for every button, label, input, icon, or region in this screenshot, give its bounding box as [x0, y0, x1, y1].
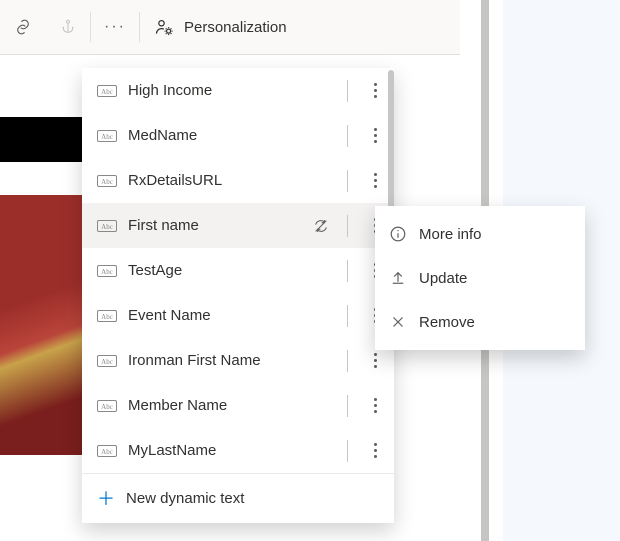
- personalization-panel: Abc High Income Abc MedName Abc RxDetail…: [82, 68, 394, 523]
- row-separator: [347, 215, 348, 237]
- link-button[interactable]: [0, 0, 46, 55]
- svg-text:Abc: Abc: [101, 133, 113, 141]
- abc-icon: Abc: [96, 85, 118, 97]
- list-item-label: Event Name: [128, 307, 331, 324]
- list-item[interactable]: Abc Event Name: [82, 293, 394, 338]
- row-separator: [347, 80, 348, 102]
- row-more-button[interactable]: [364, 443, 386, 458]
- new-dynamic-text-label: New dynamic text: [126, 490, 244, 507]
- abc-icon: Abc: [96, 355, 118, 367]
- person-gear-icon: [154, 17, 174, 37]
- menu-update[interactable]: Update: [375, 256, 585, 300]
- svg-text:Abc: Abc: [101, 178, 113, 186]
- svg-text:Abc: Abc: [101, 358, 113, 366]
- svg-text:Abc: Abc: [101, 88, 113, 96]
- list-item-label: MyLastName: [128, 442, 331, 459]
- svg-text:Abc: Abc: [101, 403, 113, 411]
- list-item-label: Ironman First Name: [128, 352, 331, 369]
- row-separator: [347, 395, 348, 417]
- row-separator: [347, 170, 348, 192]
- list-item[interactable]: Abc MedName: [82, 113, 394, 158]
- svg-text:Abc: Abc: [101, 313, 113, 321]
- menu-item-label: More info: [419, 226, 482, 243]
- context-menu: More info Update Remove: [375, 206, 585, 350]
- list-item[interactable]: Abc High Income: [82, 68, 394, 113]
- row-separator: [347, 440, 348, 462]
- row-more-button[interactable]: [364, 128, 386, 143]
- content-black-strip: [0, 117, 82, 162]
- close-icon: [389, 313, 407, 331]
- abc-icon: Abc: [96, 175, 118, 187]
- list-item-label: MedName: [128, 127, 331, 144]
- more-button[interactable]: ···: [91, 0, 139, 55]
- toolbar: ··· Personalization: [0, 0, 460, 55]
- row-separator: [347, 260, 348, 282]
- list-item[interactable]: Abc TestAge: [82, 248, 394, 293]
- plus-icon: ＋: [96, 490, 116, 508]
- link-icon: [14, 18, 32, 36]
- anchor-icon: [60, 19, 76, 35]
- abc-icon: Abc: [96, 445, 118, 457]
- new-dynamic-text-button[interactable]: ＋ New dynamic text: [82, 473, 394, 523]
- content-photo: [0, 195, 82, 455]
- list-item[interactable]: Abc MyLastName: [82, 428, 394, 473]
- abc-icon: Abc: [96, 400, 118, 412]
- personalization-label: Personalization: [184, 19, 287, 36]
- abc-icon: Abc: [96, 220, 118, 232]
- abc-icon: Abc: [96, 130, 118, 142]
- abc-icon: Abc: [96, 310, 118, 322]
- list-item[interactable]: Abc Ironman First Name: [82, 338, 394, 383]
- list-item-label: RxDetailsURL: [128, 172, 331, 189]
- menu-remove[interactable]: Remove: [375, 300, 585, 344]
- abc-icon: Abc: [96, 265, 118, 277]
- menu-item-label: Update: [419, 270, 467, 287]
- menu-more-info[interactable]: More info: [375, 212, 585, 256]
- list-item-label: First name: [128, 217, 301, 234]
- sync-off-icon: [311, 218, 331, 234]
- row-separator: [347, 125, 348, 147]
- list-item[interactable]: Abc RxDetailsURL: [82, 158, 394, 203]
- list-item[interactable]: Abc Member Name: [82, 383, 394, 428]
- upload-icon: [389, 269, 407, 287]
- row-separator: [347, 350, 348, 372]
- row-more-button[interactable]: [364, 398, 386, 413]
- menu-item-label: Remove: [419, 314, 475, 331]
- anchor-button[interactable]: [46, 0, 90, 55]
- svg-text:Abc: Abc: [101, 223, 113, 231]
- list-item-label: TestAge: [128, 262, 331, 279]
- list-item-label: Member Name: [128, 397, 331, 414]
- svg-text:Abc: Abc: [101, 448, 113, 456]
- row-more-button[interactable]: [364, 83, 386, 98]
- row-more-button[interactable]: [364, 353, 386, 368]
- info-icon: [389, 225, 407, 243]
- row-more-button[interactable]: [364, 173, 386, 188]
- list-item-label: High Income: [128, 82, 331, 99]
- dynamic-text-list: Abc High Income Abc MedName Abc RxDetail…: [82, 68, 394, 473]
- ellipsis-icon: ···: [104, 18, 126, 36]
- row-separator: [347, 305, 348, 327]
- list-item-selected[interactable]: Abc First name: [82, 203, 394, 248]
- personalization-button[interactable]: Personalization: [140, 0, 303, 55]
- svg-text:Abc: Abc: [101, 268, 113, 276]
